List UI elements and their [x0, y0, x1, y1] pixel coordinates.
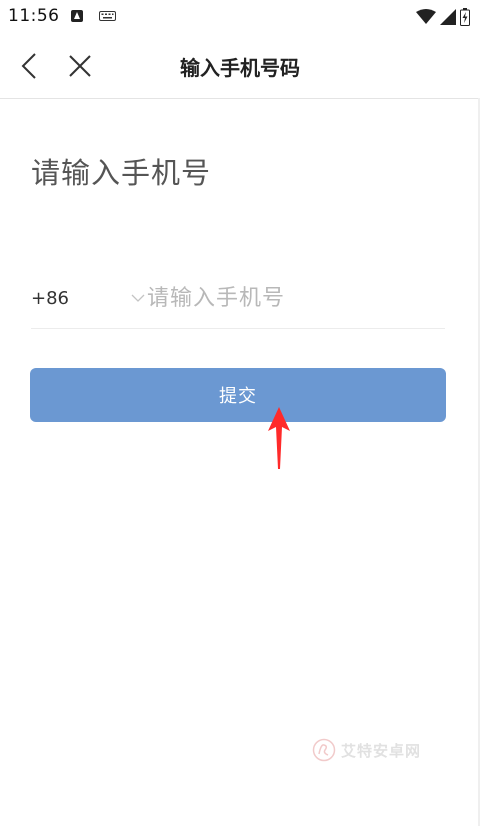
wifi-icon: [416, 9, 436, 24]
page-title: 输入手机号码: [180, 56, 300, 80]
country-code[interactable]: +86: [31, 288, 69, 309]
form-heading: 请输入手机号: [31, 156, 212, 190]
red-arrow-icon: [268, 407, 290, 469]
keyboard-icon: [99, 11, 116, 21]
battery-charging-icon: [460, 8, 470, 26]
status-bar: 11:56: [0, 0, 480, 34]
chevron-down-icon[interactable]: [131, 291, 145, 305]
phone-input[interactable]: [147, 280, 437, 316]
phone-input-row: +86: [31, 274, 445, 329]
nav-bar: 输入手机号码: [0, 34, 480, 99]
android-notification-icon: [71, 10, 83, 22]
status-icons-right: [416, 8, 470, 26]
signal-icon: [440, 9, 456, 25]
watermark-text: 艾特安卓网: [341, 741, 422, 760]
watermark-logo-icon: [312, 738, 336, 762]
submit-button[interactable]: 提交: [30, 368, 446, 422]
status-time: 11:56: [8, 6, 60, 26]
watermark: 艾特安卓网: [312, 736, 442, 764]
